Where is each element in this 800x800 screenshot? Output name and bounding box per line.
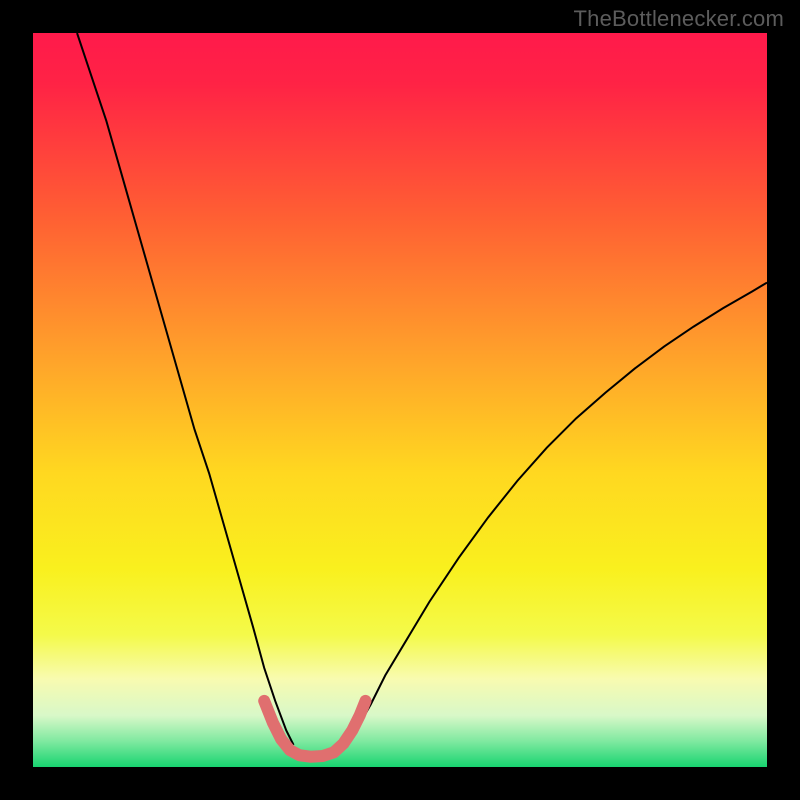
curves-layer (33, 33, 767, 767)
watermark-text: TheBottlenecker.com (574, 6, 784, 32)
plot-area (33, 33, 767, 767)
chart-frame: TheBottlenecker.com (0, 0, 800, 800)
series-left-curve (77, 33, 294, 745)
series-right-curve (345, 283, 767, 745)
